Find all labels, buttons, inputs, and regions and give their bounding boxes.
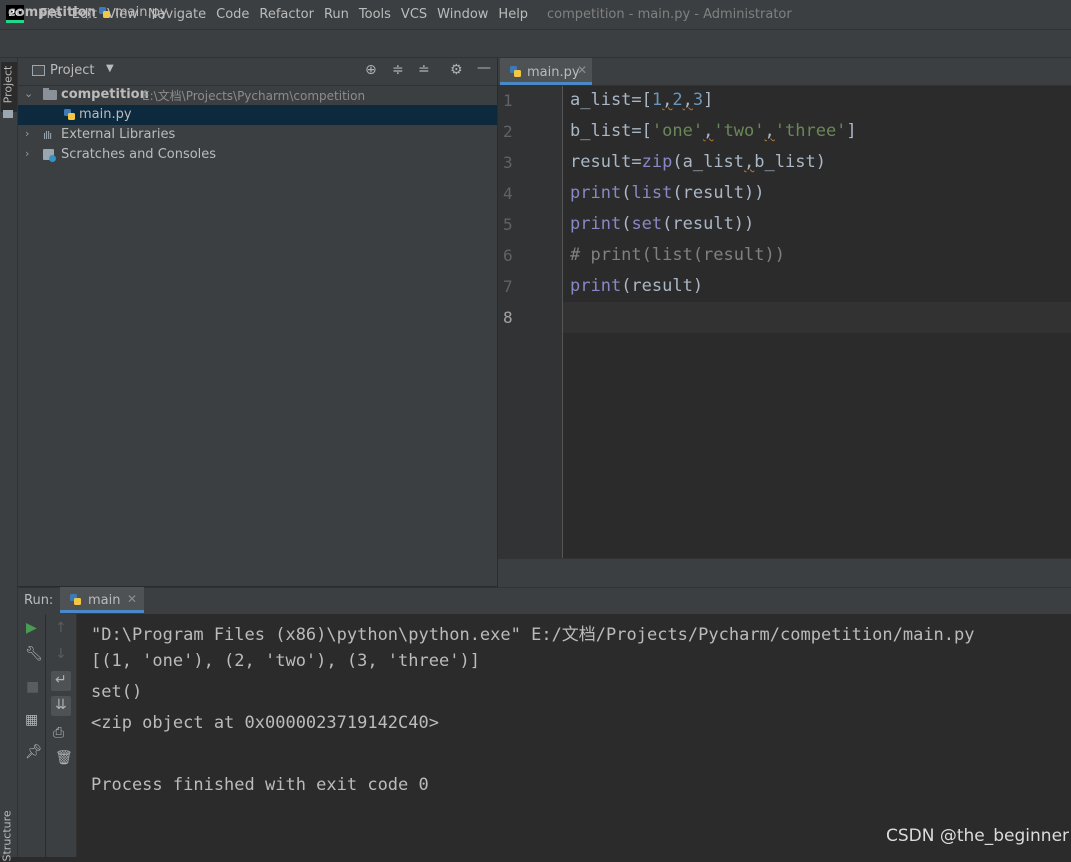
settings-icon[interactable]: ⚙ xyxy=(450,62,463,78)
run-tab-label[interactable]: main xyxy=(88,593,120,608)
trash-icon[interactable]: 🗑︎ xyxy=(55,750,73,766)
line-number: 7 xyxy=(503,277,513,296)
tree-item-scratches[interactable]: › Scratches and Consoles xyxy=(18,145,497,165)
project-tool-label[interactable]: Project xyxy=(2,63,15,107)
expand-all-icon[interactable]: ≑ xyxy=(392,62,404,78)
arrow-up-icon[interactable]: ↑ xyxy=(55,620,67,636)
stop-icon[interactable]: ■ xyxy=(26,679,39,695)
python-file-icon xyxy=(64,109,75,120)
layout-icon[interactable]: ▦ xyxy=(25,712,38,728)
hide-icon[interactable]: — xyxy=(477,60,491,76)
rerun-icon[interactable]: ▶ xyxy=(26,620,37,636)
editor-tab-label[interactable]: main.py xyxy=(527,65,580,80)
code-line-3[interactable]: result=zip(a_list,b_list) xyxy=(570,152,826,172)
line-number: 1 xyxy=(503,91,513,110)
line-number: 5 xyxy=(503,215,513,234)
scroll-to-end-icon: ⇊ xyxy=(55,697,67,713)
breadcrumb-file[interactable]: main.py xyxy=(115,5,168,20)
structure-tool-label[interactable]: Structure xyxy=(1,810,14,861)
pin-icon[interactable]: 📌︎ xyxy=(25,744,43,760)
chevron-right-icon[interactable]: › xyxy=(25,127,29,140)
line-number: 4 xyxy=(503,184,513,203)
chevron-down-icon[interactable]: ▼ xyxy=(106,63,114,74)
tree-label: Scratches and Consoles xyxy=(61,147,217,162)
code-line-4[interactable]: print(list(result)) xyxy=(570,183,765,203)
clock-icon xyxy=(49,155,56,162)
line-number-active: 8 xyxy=(503,308,513,327)
wrench-icon[interactable]: 🔧︎ xyxy=(25,646,43,662)
menu-run[interactable]: Run xyxy=(324,7,349,22)
project-view-icon xyxy=(32,65,45,76)
code-line-2[interactable]: b_list=['one','two','three'] xyxy=(570,121,857,141)
tree-item-main-py[interactable]: main.py xyxy=(18,105,497,125)
menu-tools[interactable]: Tools xyxy=(359,7,391,22)
locate-icon[interactable]: ⊕ xyxy=(365,62,377,78)
run-label: Run: xyxy=(24,593,54,608)
soft-wrap-icon: ↵ xyxy=(55,672,67,688)
close-icon[interactable]: ✕ xyxy=(577,63,587,77)
line-number: 2 xyxy=(503,122,513,141)
line-number: 6 xyxy=(503,246,513,265)
tree-path: E:\文档\Projects\Pycharm\competition xyxy=(142,89,366,103)
run-panel-header xyxy=(18,587,1071,615)
python-file-icon xyxy=(99,7,110,18)
collapse-all-icon[interactable]: ≐ xyxy=(418,62,430,78)
python-icon xyxy=(70,594,81,605)
print-icon[interactable]: ⎙ xyxy=(53,725,64,741)
console-line: Process finished with exit code 0 xyxy=(91,775,429,795)
python-file-icon xyxy=(510,66,521,77)
window-title: competition - main.py - Administrator xyxy=(547,7,792,22)
menu-refactor[interactable]: Refactor xyxy=(259,7,314,22)
menu-code[interactable]: Code xyxy=(216,7,249,22)
menu-help[interactable]: Help xyxy=(498,7,528,22)
code-line-7[interactable]: print(result) xyxy=(570,276,703,296)
folder-icon xyxy=(43,88,57,100)
code-line-5[interactable]: print(set(result)) xyxy=(570,214,754,234)
console-line: [(1, 'one'), (2, 'two'), (3, 'three')] xyxy=(91,651,480,671)
arrow-down-icon[interactable]: ↓ xyxy=(55,646,67,662)
folder-tool-icon xyxy=(3,110,13,118)
close-icon[interactable]: ✕ xyxy=(127,592,137,606)
breadcrumb-project[interactable]: competition xyxy=(8,5,96,20)
menu-window[interactable]: Window xyxy=(437,7,488,22)
tree-label: competition xyxy=(61,87,149,102)
tree-label: main.py xyxy=(79,107,132,122)
chevron-right-icon[interactable]: › xyxy=(25,147,29,160)
project-panel-title[interactable]: Project xyxy=(50,63,94,78)
current-line-highlight xyxy=(563,302,1071,333)
watermark: CSDN @the_beginner xyxy=(886,826,1070,846)
navigation-bar xyxy=(0,30,1071,58)
console-line: <zip object at 0x0000023719142C40> xyxy=(91,713,439,733)
left-tool-strip xyxy=(0,58,18,857)
code-line-1[interactable]: a_list=[1,2,3] xyxy=(570,90,713,110)
console-line: set() xyxy=(91,682,143,702)
tree-item-external-libraries[interactable]: › ıllı External Libraries xyxy=(18,125,497,145)
line-number: 3 xyxy=(503,153,513,172)
menu-vcs[interactable]: VCS xyxy=(401,7,427,22)
tree-item-competition[interactable]: ⌄ competition E:\文档\Projects\Pycharm\com… xyxy=(18,85,497,105)
editor-breadcrumb-bar xyxy=(498,558,1071,587)
tree-label: External Libraries xyxy=(61,127,176,142)
console-line: "D:\Program Files (x86)\python\python.ex… xyxy=(91,625,975,645)
library-icon: ıllı xyxy=(43,129,52,142)
chevron-down-icon[interactable]: ⌄ xyxy=(24,87,33,100)
code-line-6[interactable]: # print(list(result)) xyxy=(570,245,785,265)
